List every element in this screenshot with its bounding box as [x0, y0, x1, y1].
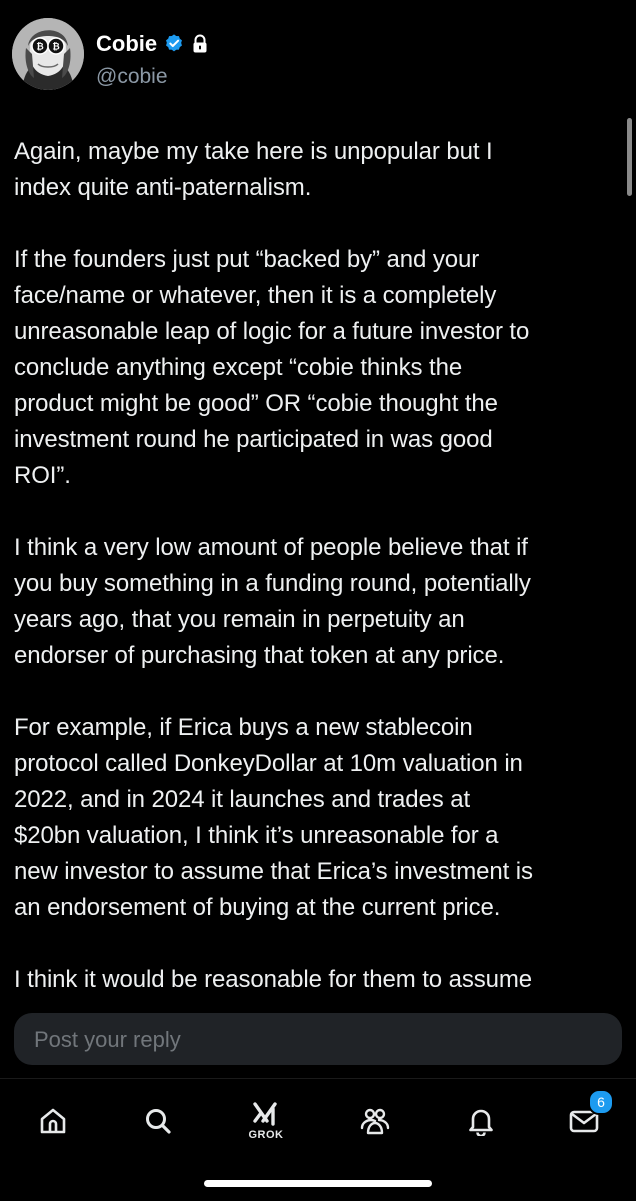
- display-name[interactable]: Cobie: [96, 30, 157, 58]
- handle[interactable]: @cobie: [96, 64, 168, 90]
- nav-grok[interactable]: GROK: [234, 1089, 298, 1153]
- nav-home[interactable]: [21, 1089, 85, 1153]
- svg-text:₿: ₿: [52, 42, 59, 53]
- post-paragraph: For example, if Erica buys a new stablec…: [14, 714, 533, 921]
- avatar[interactable]: ₿ ₿: [12, 18, 84, 90]
- nav-communities[interactable]: [343, 1089, 407, 1153]
- verified-badge-icon: [163, 33, 185, 55]
- post-paragraph: If the founders just put “backed by” and…: [14, 246, 530, 489]
- name-row: Cobie: [96, 30, 209, 58]
- communities-icon: [359, 1106, 391, 1136]
- post-header: ₿ ₿ Cobie @cobie: [12, 18, 612, 102]
- post-body: Again, maybe my take here is unpopular b…: [14, 134, 614, 1000]
- scrollbar[interactable]: [627, 118, 632, 196]
- lock-icon: [191, 34, 209, 54]
- post-paragraph: I think it would be reasonable for them …: [14, 966, 533, 993]
- svg-text:₿: ₿: [36, 42, 43, 53]
- grok-icon: [252, 1101, 280, 1127]
- post-paragraph: I think a very low amount of people beli…: [14, 534, 531, 669]
- reply-bar[interactable]: [14, 1013, 622, 1067]
- nav-notifications[interactable]: [449, 1089, 513, 1153]
- home-icon: [38, 1106, 68, 1136]
- nav-search[interactable]: [126, 1089, 190, 1153]
- messages-badge: 6: [588, 1089, 614, 1115]
- post-paragraph: Again, maybe my take here is unpopular b…: [14, 138, 493, 201]
- nav-messages[interactable]: 6: [552, 1089, 616, 1153]
- notifications-icon: [467, 1106, 495, 1136]
- grok-label: GROK: [248, 1129, 284, 1141]
- home-indicator[interactable]: [204, 1180, 432, 1187]
- search-icon: [143, 1106, 173, 1136]
- reply-input[interactable]: [32, 1013, 596, 1067]
- content-fade: [0, 995, 636, 1005]
